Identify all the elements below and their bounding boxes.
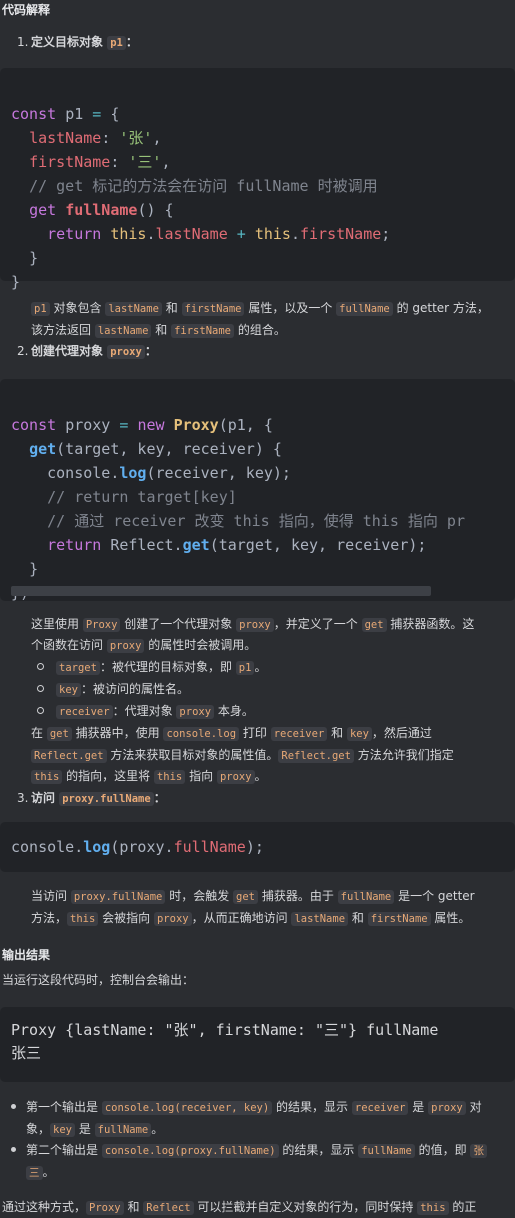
list-item: 第二个输出是 console.log(proxy.fullName) 的结果，显… bbox=[26, 1140, 487, 1161]
list-item: receiver ：代理对象 proxy 本身。 bbox=[56, 701, 254, 722]
code-content: console.log(proxy.fullName); bbox=[11, 838, 264, 856]
step-number: 3. bbox=[17, 791, 29, 805]
desc3-line2: 方法， this 会被指向 proxy ，从而正确地访问 lastName 和 fi… bbox=[31, 911, 471, 926]
step-title-text: 定义目标对象 bbox=[31, 35, 104, 49]
code-block-1: const p1 = { lastName: '张', firstName: '… bbox=[0, 68, 515, 291]
list-item-cont: 象， key 是 fullName。 bbox=[26, 1122, 164, 1137]
circle-bullet-icon bbox=[37, 685, 44, 692]
step-title: 访问 proxy.fullName： bbox=[31, 791, 166, 806]
circle-bullet-icon bbox=[37, 707, 44, 714]
desc2-line1: 这里使用 Proxy 创建了一个代理对象 proxy ，并定义了一个 get 捕获… bbox=[31, 617, 475, 632]
desc1-line1: p1 对象包含 lastName 和 firstName 属性，以及一个 ful… bbox=[31, 298, 489, 319]
list-item: target ：被代理的目标对象，即 p1。 bbox=[56, 657, 266, 678]
inline-code: p1 bbox=[107, 36, 126, 50]
output-line: 张三 bbox=[11, 1044, 42, 1062]
code-content: const proxy = new Proxy(p1, { get(target… bbox=[11, 416, 465, 602]
step-title: 定义目标对象 p1： bbox=[31, 35, 138, 50]
step-number: 2. bbox=[17, 344, 29, 358]
output-block: Proxy {lastName: "张", firstName: "三"} fu… bbox=[0, 1007, 515, 1082]
disc-bullet-icon bbox=[11, 1147, 16, 1152]
section-title-output: 输出结果 bbox=[2, 948, 51, 962]
horizontal-scrollbar[interactable] bbox=[11, 586, 431, 596]
disc-bullet-icon bbox=[11, 1104, 16, 1109]
list-item: key ：被访问的属性名。 bbox=[56, 679, 189, 700]
output-intro: 当运行这段代码时，控制台会输出： bbox=[2, 973, 195, 987]
output-line: Proxy {lastName: "张", firstName: "三"} fu… bbox=[11, 1021, 439, 1039]
section-title-code-explain: 代码解释 bbox=[2, 3, 51, 17]
step-title: 创建代理对象 proxy： bbox=[31, 344, 157, 359]
list-item: 第一个输出是 console.log(receiver, key) 的结果，显示… bbox=[26, 1100, 482, 1115]
code-block-3: console.log(proxy.fullName); bbox=[0, 822, 515, 872]
desc1-line2: 该方法返回 lastName 和 firstName 的组合。 bbox=[31, 323, 286, 338]
desc2-line2: 个函数在访问 proxy 的属性时会被调用。 bbox=[31, 638, 257, 653]
desc2-line4: Reflect.get 方法来获取目标对象的属性值。 Reflect.get 方法… bbox=[31, 745, 454, 766]
desc3-line1: 当访问 proxy.fullName 时，会触发 get 捕获器。由于 full… bbox=[31, 889, 475, 904]
desc2-line5: this 的指向，这里将 this 指向 proxy。 bbox=[31, 766, 267, 787]
code-content: const p1 = { lastName: '张', firstName: '… bbox=[11, 105, 391, 291]
code-block-2: const proxy = new Proxy(p1, { get(target… bbox=[0, 379, 515, 602]
desc2-line3: 在 get 捕获器中，使用 console.log 打印 receiver 和 … bbox=[31, 726, 432, 741]
footer-text: 通过这种方式， Proxy 和 Reflect 可以拦截并自定义对象的行为，同时保… bbox=[2, 1200, 477, 1215]
step-number: 1. bbox=[17, 35, 29, 49]
list-item-cont: 三。 bbox=[26, 1162, 55, 1183]
circle-bullet-icon bbox=[37, 663, 44, 670]
